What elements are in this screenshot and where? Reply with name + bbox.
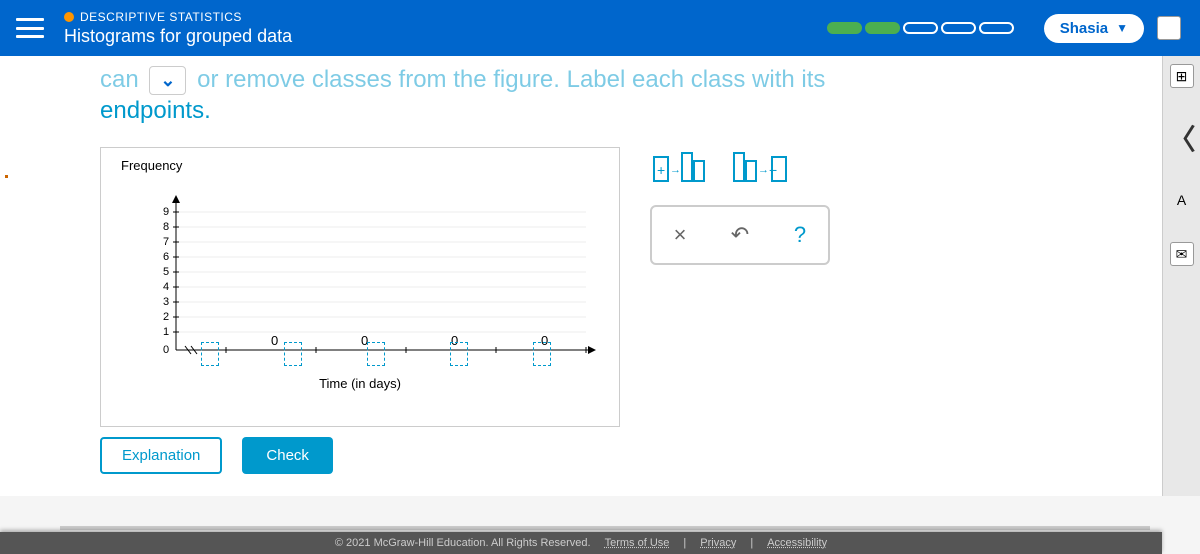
copyright-text: © 2021 McGraw-Hill Education. All Rights…: [335, 537, 591, 549]
marker-dot-icon: [5, 175, 8, 178]
page-title-area: DESCRIPTIVE STATISTICS Histograms for gr…: [64, 10, 827, 47]
undo-button[interactable]: ↶: [720, 215, 760, 255]
svg-text:−: −: [769, 162, 777, 178]
user-menu-button[interactable]: Shasia ▼: [1044, 14, 1144, 43]
add-class-tool[interactable]: +→: [650, 147, 710, 187]
svg-text:9: 9: [163, 206, 169, 218]
svg-text:1: 1: [163, 326, 169, 338]
svg-text:8: 8: [163, 221, 169, 233]
font-icon[interactable]: A: [1170, 188, 1194, 212]
accessibility-link[interactable]: Accessibility: [767, 537, 827, 549]
svg-text:→: →: [758, 164, 769, 176]
class-endpoint-input[interactable]: [367, 342, 385, 366]
instruction-text: can ⌄ or remove classes from the figure.…: [100, 64, 1122, 127]
privacy-link[interactable]: Privacy: [700, 537, 736, 549]
class-endpoint-input[interactable]: [201, 342, 219, 366]
svg-text:6: 6: [163, 251, 169, 263]
terms-link[interactable]: Terms of Use: [605, 537, 670, 549]
svg-text:5: 5: [163, 266, 169, 278]
progress-indicator: [827, 22, 1014, 34]
y-axis-label: Frequency: [121, 158, 182, 173]
class-endpoint-input[interactable]: [450, 342, 468, 366]
calculator-icon[interactable]: ⊞: [1170, 64, 1194, 88]
check-button[interactable]: Check: [242, 437, 333, 474]
user-name: Shasia: [1060, 20, 1108, 37]
x-axis-label: Time (in days): [319, 376, 401, 391]
explanation-button[interactable]: Explanation: [100, 437, 222, 474]
svg-text:7: 7: [163, 236, 169, 248]
svg-text:→: →: [670, 164, 681, 176]
mail-icon[interactable]: ✉: [1170, 242, 1194, 266]
svg-text:4: 4: [163, 281, 169, 293]
topic-label: Histograms for grouped data: [64, 26, 827, 47]
svg-text:3: 3: [163, 296, 169, 308]
menu-button[interactable]: [16, 18, 44, 38]
svg-text:+: +: [657, 162, 665, 178]
remove-class-tool[interactable]: →−: [730, 147, 790, 187]
dropdown-toggle[interactable]: ⌄: [149, 66, 186, 95]
chevron-down-icon: ▼: [1116, 21, 1128, 35]
class-endpoint-input[interactable]: [284, 342, 302, 366]
help-button[interactable]: ?: [780, 215, 820, 255]
clear-button[interactable]: ×: [660, 215, 700, 255]
class-endpoint-input[interactable]: [533, 342, 551, 366]
svg-text:0: 0: [163, 344, 169, 356]
svg-text:2: 2: [163, 311, 169, 323]
status-dot-icon: [64, 12, 74, 22]
histogram-chart[interactable]: Frequency 9 8 7 6 5 4 3 2 1 0: [100, 147, 620, 427]
scrollbar[interactable]: [60, 526, 1150, 530]
section-label: DESCRIPTIVE STATISTICS: [80, 10, 242, 24]
play-icon[interactable]: ▷: [1157, 16, 1181, 40]
back-arrow-icon[interactable]: 〈: [1167, 118, 1195, 158]
